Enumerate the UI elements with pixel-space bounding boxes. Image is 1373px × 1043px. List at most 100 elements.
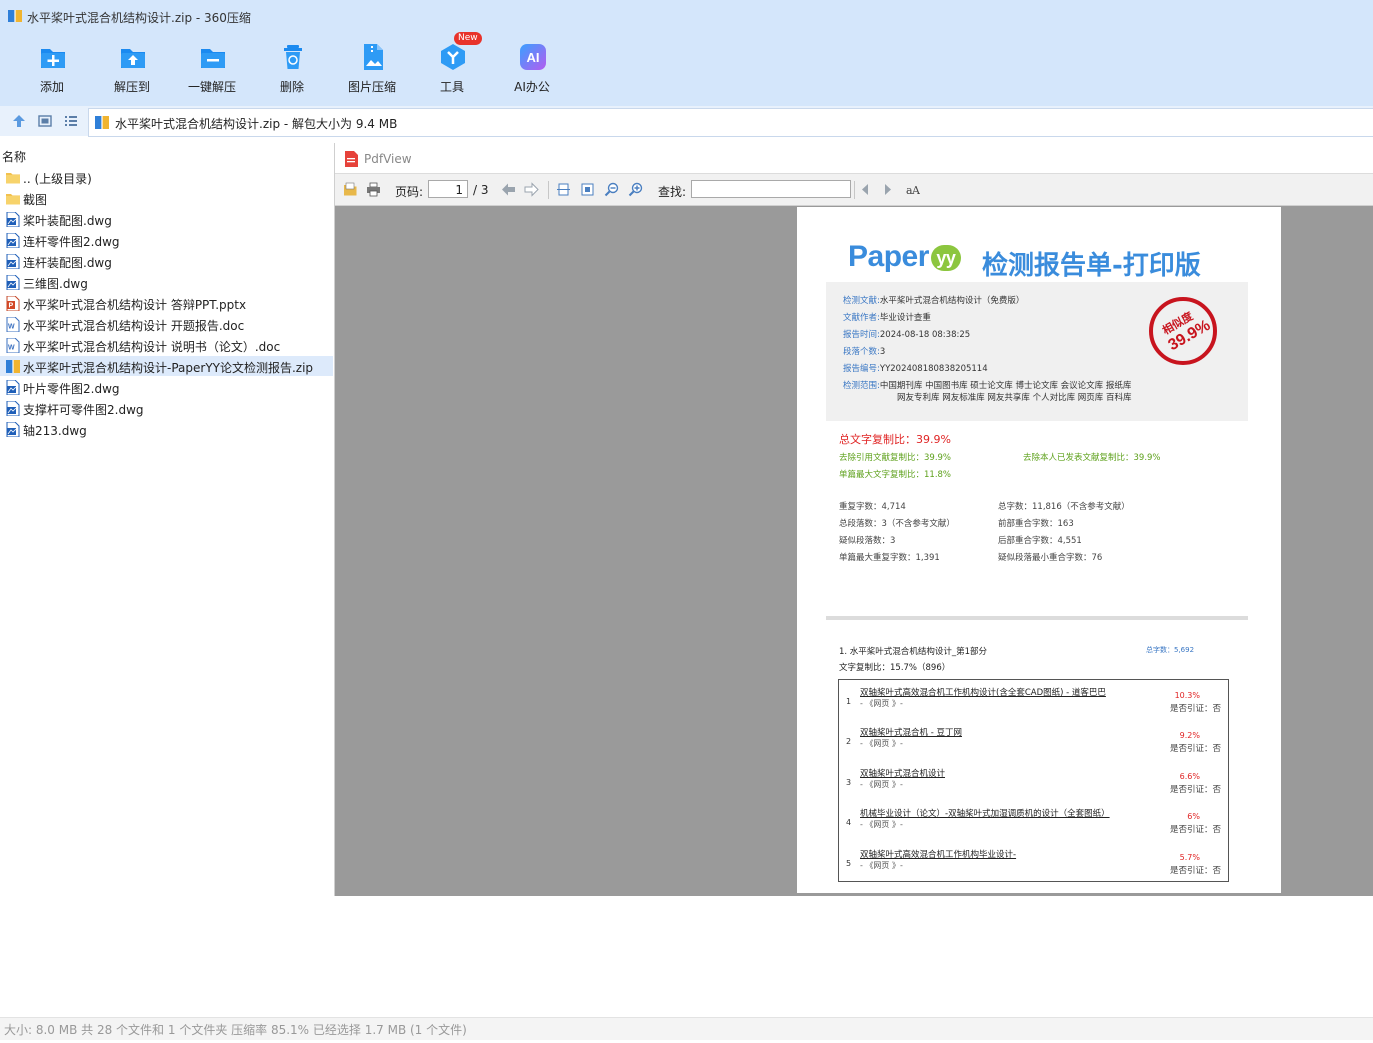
source-cited: 是否引证：否 [1169,825,1221,836]
file-list: 名称 .. (上级目录) 截图桨叶装配图.dwg 连杆零件图2.dwg 连杆装配图.d… [0,143,333,1013]
preview-title: PdfView [364,152,412,166]
source-title[interactable]: 双轴桨叶式混合机设计 [860,767,945,779]
add-button[interactable]: 添加 [16,38,88,98]
source-origin: - 《网页 》- [860,699,903,708]
print-icon[interactable] [366,182,381,197]
svg-text:A: A [911,184,920,197]
image-compress-button[interactable]: 图片压缩 [336,38,408,98]
source-cited: 是否引证：否 [1169,865,1221,876]
name-column-header[interactable]: 名称 [2,148,26,165]
open-file-icon[interactable] [343,182,358,197]
section-total-words: 总字数：5,692 [1146,646,1195,654]
logo-text: Paper [848,240,929,273]
one-click-extract-icon [201,49,225,68]
info-key: 文献作者: [843,313,880,323]
ai-office-button[interactable]: AI AI办公 [496,38,568,98]
archive-app-icon [8,10,22,22]
up-arrow-icon[interactable] [12,114,26,128]
file-row[interactable]: 叶片零件图2.dwg [0,377,333,397]
dwg-file-icon [6,232,20,249]
toolbar-separator [548,181,549,199]
file-row[interactable]: 支撑杆可零件图2.dwg [0,398,333,418]
source-row: 3 双轴桨叶式混合机设计 - 《网页 》- 6.6% 是否引证：否 [839,764,1230,804]
source-percent: 6.6% [1179,771,1200,781]
add-label: 添加 [39,80,64,94]
page-number-input[interactable]: 1 [428,180,468,198]
doc-file-icon: W [6,337,20,354]
extract-to-button[interactable]: 解压到 [96,38,168,98]
thumbnail-view-icon[interactable] [38,114,52,128]
source-origin: - 《网页 》- [860,739,903,749]
ratio-single-max: 单篇最大文字复制比：11.8% [839,470,952,480]
app-window: 水平桨叶式混合机结构设计.zip - 360压缩 添加 解压到 一键解压 删除 … [0,0,1373,1043]
info-row: 报告编号:YY202408180838205114 [843,362,988,374]
fit-page-icon[interactable] [556,182,571,197]
find-next-icon[interactable] [880,182,895,197]
delete-button[interactable]: 删除 [256,38,328,98]
info-value: 3 [879,347,886,357]
info-value: YY202408180838205114 [879,364,988,374]
find-prev-icon[interactable] [858,182,873,197]
add-icon [41,49,65,68]
info-key: 检测文献: [843,296,880,306]
list-view-icon[interactable] [64,114,78,128]
one-click-extract-button[interactable]: 一键解压 [176,38,248,98]
source-title[interactable]: 双轴桨叶式高效混合机工作机构设计(含全套CAD图纸) - 道客巴巴 [860,686,1106,698]
tools-icon [441,44,465,70]
file-row[interactable]: W 水平桨叶式混合机结构设计 说明书（论文）.doc [0,335,333,355]
source-percent: 5.7% [1179,852,1200,862]
source-title[interactable]: 机械毕业设计（论文）-双轴桨叶式加湿调质机的设计（全套图纸） [860,807,1110,819]
pdf-icon [345,151,358,167]
stat-left: 总段落数：3（不含参考文献） [839,519,955,529]
source-row: 5 双轴桨叶式高效混合机工作机构毕业设计- - 《网页 》- 5.7% 是否引证：否 [839,845,1230,885]
file-row[interactable]: 三维图.dwg [0,272,333,292]
stat-left: 重复字数：4,714 [839,502,906,512]
status-text: 大小: 8.0 MB 共 28 个文件和 1 个文件夹 压缩率 85.1% 已经… [4,1023,467,1037]
report-info-box: 检测文献:水平桨叶式混合机结构设计（免费版） 文献作者:毕业设计查重 报告时间:… [826,282,1248,421]
file-name: 水平桨叶式混合机结构设计 说明书（论文）.doc [23,340,281,354]
file-row[interactable]: 水平桨叶式混合机结构设计-PaperYY论文检测报告.zip [0,356,333,376]
tools-button[interactable]: 工具 [416,38,488,98]
file-row[interactable]: 轴213.dwg [0,419,333,439]
file-row[interactable]: 截图 [0,188,333,208]
prev-page-icon[interactable] [501,182,516,197]
find-input[interactable] [691,180,851,198]
ratio-excluding-refs: 去除引用文献复制比：39.9% [839,453,952,463]
path-field[interactable]: 水平桨叶式混合机结构设计.zip - 解包大小为 9.4 MB [88,108,1373,137]
fit-width-icon[interactable] [580,182,595,197]
file-name: 连杆零件图2.dwg [23,235,120,249]
source-title[interactable]: 双轴桨叶式混合机 - 豆丁网 [860,726,962,738]
source-origin: - 《网页 》- [860,779,903,789]
source-origin: - 《网页 》- [860,860,903,870]
dwg-file-icon [6,274,20,291]
file-row[interactable]: 连杆零件图2.dwg [0,230,333,250]
scope-line-2: 网友专利库 网友标准库 网友共享库 个人对比库 网页库 百科库 [897,393,1132,403]
file-row[interactable]: 连杆装配图.dwg [0,251,333,271]
file-row[interactable]: .. (上级目录) [0,167,333,187]
match-case-icon[interactable]: aA [905,182,920,197]
file-row[interactable]: 桨叶装配图.dwg [0,209,333,229]
path-text: 水平桨叶式混合机结构设计.zip - 解包大小为 9.4 MB [115,117,398,131]
dwg-file-icon [6,379,20,396]
zoom-in-icon[interactable] [628,182,643,197]
file-name: 水平桨叶式混合机结构设计 答辩PPT.pptx [23,298,247,312]
ai-office-label: AI办公 [514,80,550,94]
paperyy-logo: Paper yy [848,240,961,274]
file-name: 连杆装配图.dwg [23,256,112,270]
info-key: 段落个数: [843,347,880,357]
info-row: 检测文献:水平桨叶式混合机结构设计（免费版） [843,294,1024,306]
info-value: 毕业设计查重 [879,313,931,323]
section-title: 1. 水平桨叶式混合机结构设计_第1部分 [839,647,987,657]
zip-file-icon [95,116,109,129]
source-row: 2 双轴桨叶式混合机 - 豆丁网 - 《网页 》- 9.2% 是否引证：否 [839,723,1230,763]
file-name: 桨叶装配图.dwg [23,214,112,228]
svg-text:W: W [8,345,15,352]
source-title[interactable]: 双轴桨叶式高效混合机工作机构毕业设计- [860,848,1016,860]
dwg-file-icon [6,211,20,228]
zoom-out-icon[interactable] [604,182,619,197]
next-page-icon[interactable] [524,182,539,197]
file-row[interactable]: W 水平桨叶式混合机结构设计 开题报告.doc [0,314,333,334]
file-row[interactable]: P 水平桨叶式混合机结构设计 答辩PPT.pptx [0,293,333,313]
info-value: 水平桨叶式混合机结构设计（免费版） [879,296,1025,306]
pdf-page: Paper yy 检测报告单-打印版 检测文献:水平桨叶式混合机结构设计（免费版）… [797,207,1281,893]
